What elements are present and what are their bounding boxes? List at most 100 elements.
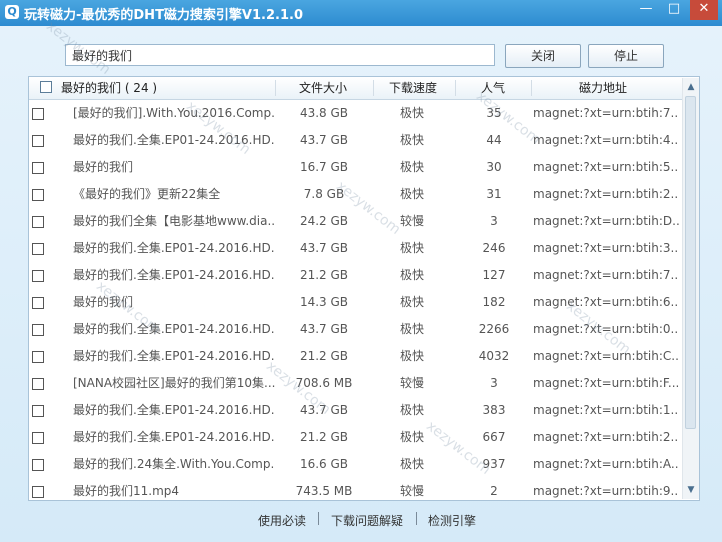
row-magnet[interactable]: magnet:?xt=urn:btih:5... xyxy=(533,154,679,181)
row-name: 最好的我们.24集全.With.You.Comp... xyxy=(73,457,275,471)
row-size: 43.7 GB xyxy=(299,322,349,336)
table-row[interactable]: 最好的我们.全集.EP01-24.2016.HD... 43.7 GB 极快 383 m… xyxy=(29,397,681,424)
table-row[interactable]: 最好的我们.全集.EP01-24.2016.HD... 21.2 GB 极快 127 m… xyxy=(29,262,681,289)
row-size: 21.2 GB xyxy=(299,349,349,363)
row-checkbox[interactable] xyxy=(32,162,44,174)
header-divider xyxy=(373,80,374,96)
row-magnet[interactable]: magnet:?xt=urn:btih:6... xyxy=(533,289,679,316)
row-name: 最好的我们 xyxy=(73,295,134,309)
header-name[interactable]: 最好的我们 ( 24 ) xyxy=(61,77,157,99)
row-popularity: 30 xyxy=(486,160,502,174)
row-size: 16.7 GB xyxy=(299,160,349,174)
table-row[interactable]: [最好的我们].With.You.2016.Comp... 43.8 GB 极快 35… xyxy=(29,100,681,127)
row-popularity: 4032 xyxy=(478,349,510,363)
row-size: 43.7 GB xyxy=(299,133,349,147)
row-name: 最好的我们.全集.EP01-24.2016.HD... xyxy=(73,403,275,417)
row-checkbox[interactable] xyxy=(32,270,44,282)
row-checkbox[interactable] xyxy=(32,432,44,444)
row-checkbox[interactable] xyxy=(32,108,44,120)
row-magnet[interactable]: magnet:?xt=urn:btih:7... xyxy=(533,262,679,289)
table-row[interactable]: 最好的我们11.mp4 743.5 MB 较慢 2 magnet:?xt=urn:bti… xyxy=(29,478,681,500)
row-checkbox[interactable] xyxy=(32,243,44,255)
close-window-button[interactable]: ✕ xyxy=(690,0,718,20)
table-row[interactable]: 最好的我们全集【电影基地www.dia... 24.2 GB 较慢 3 magnet:?… xyxy=(29,208,681,235)
footer-link-download-help[interactable]: 下载问题解疑 xyxy=(331,512,403,528)
row-magnet[interactable]: magnet:?xt=urn:btih:3... xyxy=(533,235,679,262)
row-name: [最好的我们].With.You.2016.Comp... xyxy=(73,106,275,120)
table-row[interactable]: 《最好的我们》更新22集全 7.8 GB 极快 31 magnet:?xt=urn:bt… xyxy=(29,181,681,208)
row-magnet[interactable]: magnet:?xt=urn:btih:7... xyxy=(533,100,679,127)
results-table: 最好的我们 ( 24 ) 文件大小 下载速度 人气 磁力地址 [最好的我们].W… xyxy=(28,76,700,501)
table-row[interactable]: 最好的我们.24集全.With.You.Comp... 16.6 GB 极快 937 m… xyxy=(29,451,681,478)
row-magnet[interactable]: magnet:?xt=urn:btih:1... xyxy=(533,397,679,424)
minimize-button[interactable]: — xyxy=(632,0,660,20)
row-magnet[interactable]: magnet:?xt=urn:btih:9... xyxy=(533,478,679,500)
row-magnet[interactable]: magnet:?xt=urn:btih:D... xyxy=(533,208,679,235)
table-row[interactable]: 最好的我们.全集.EP01-24.2016.HD... 21.2 GB 极快 667 m… xyxy=(29,424,681,451)
header-magnet[interactable]: 磁力地址 xyxy=(579,77,627,99)
row-popularity: 35 xyxy=(486,106,502,120)
maximize-button[interactable]: □ xyxy=(660,0,688,20)
row-size: 7.8 GB xyxy=(303,187,345,201)
title-bar: Q 玩转磁力-最优秀的DHT磁力搜索引擎V1.2.1.0 — □ ✕ xyxy=(0,0,722,26)
table-row[interactable]: [NANA校园社区]最好的我们第10集... 708.6 MB 较慢 3 magnet:… xyxy=(29,370,681,397)
row-size: 21.2 GB xyxy=(299,430,349,444)
table-row[interactable]: 最好的我们.全集.EP01-24.2016.HD... 43.7 GB 极快 246 m… xyxy=(29,235,681,262)
row-checkbox[interactable] xyxy=(32,459,44,471)
row-name: [NANA校园社区]最好的我们第10集... xyxy=(73,376,275,390)
header-popularity[interactable]: 人气 xyxy=(481,77,505,99)
row-checkbox[interactable] xyxy=(32,486,44,498)
row-size: 24.2 GB xyxy=(299,214,349,228)
table-row[interactable]: 最好的我们.全集.EP01-24.2016.HD... 43.7 GB 极快 44 ma… xyxy=(29,127,681,154)
row-checkbox[interactable] xyxy=(32,189,44,201)
footer-link-readme[interactable]: 使用必读 xyxy=(258,512,306,528)
chevron-up-icon[interactable]: ▲ xyxy=(686,82,696,92)
row-name: 最好的我们.全集.EP01-24.2016.HD... xyxy=(73,241,275,255)
vertical-scrollbar[interactable]: ▲ ▼ xyxy=(682,78,699,499)
row-checkbox[interactable] xyxy=(32,351,44,363)
table-row[interactable]: 最好的我们.全集.EP01-24.2016.HD... 43.7 GB 极快 2266… xyxy=(29,316,681,343)
row-checkbox[interactable] xyxy=(32,324,44,336)
row-name: 《最好的我们》更新22集全 xyxy=(73,187,221,201)
footer-link-check-engine[interactable]: 检测引擎 xyxy=(428,512,476,528)
row-popularity: 31 xyxy=(486,187,502,201)
close-button[interactable]: 关闭 xyxy=(505,44,581,68)
table-row[interactable]: 最好的我们 14.3 GB 极快 182 magnet:?xt=urn:btih:6..… xyxy=(29,289,681,316)
select-all-checkbox[interactable] xyxy=(40,81,52,93)
search-input[interactable] xyxy=(65,44,495,66)
row-magnet[interactable]: magnet:?xt=urn:btih:F... xyxy=(533,370,679,397)
header-speed[interactable]: 下载速度 xyxy=(389,77,437,99)
table-header: 最好的我们 ( 24 ) 文件大小 下载速度 人气 磁力地址 xyxy=(29,77,699,100)
row-speed: 极快 xyxy=(399,268,424,282)
footer-divider xyxy=(318,512,319,525)
row-magnet[interactable]: magnet:?xt=urn:btih:A... xyxy=(533,451,679,478)
row-magnet[interactable]: magnet:?xt=urn:btih:C... xyxy=(533,343,679,370)
table-row[interactable]: 最好的我们 16.7 GB 极快 30 magnet:?xt=urn:btih:5... xyxy=(29,154,681,181)
row-checkbox[interactable] xyxy=(32,405,44,417)
window-title: 玩转磁力-最优秀的DHT磁力搜索引擎V1.2.1.0 xyxy=(24,8,303,23)
header-size[interactable]: 文件大小 xyxy=(299,77,347,99)
row-speed: 极快 xyxy=(399,160,424,174)
row-speed: 较慢 xyxy=(399,484,424,498)
row-speed: 极快 xyxy=(399,430,424,444)
row-checkbox[interactable] xyxy=(32,135,44,147)
row-magnet[interactable]: magnet:?xt=urn:btih:4... xyxy=(533,127,679,154)
row-checkbox[interactable] xyxy=(32,297,44,309)
chevron-down-icon[interactable]: ▼ xyxy=(686,485,696,495)
row-speed: 极快 xyxy=(399,241,424,255)
row-popularity: 182 xyxy=(482,295,506,309)
row-popularity: 383 xyxy=(482,403,506,417)
row-speed: 极快 xyxy=(399,322,424,336)
table-row[interactable]: 最好的我们.全集.EP01-24.2016.HD... 21.2 GB 极快 4032… xyxy=(29,343,681,370)
row-speed: 极快 xyxy=(399,349,424,363)
row-checkbox[interactable] xyxy=(32,216,44,228)
row-checkbox[interactable] xyxy=(32,378,44,390)
row-magnet[interactable]: magnet:?xt=urn:btih:2... xyxy=(533,424,679,451)
row-magnet[interactable]: magnet:?xt=urn:btih:2... xyxy=(533,181,679,208)
stop-button[interactable]: 停止 xyxy=(588,44,664,68)
row-magnet[interactable]: magnet:?xt=urn:btih:0... xyxy=(533,316,679,343)
row-name: 最好的我们.全集.EP01-24.2016.HD... xyxy=(73,268,275,282)
scrollbar-thumb[interactable] xyxy=(685,96,696,429)
row-name: 最好的我们.全集.EP01-24.2016.HD... xyxy=(73,322,275,336)
row-size: 14.3 GB xyxy=(299,295,349,309)
